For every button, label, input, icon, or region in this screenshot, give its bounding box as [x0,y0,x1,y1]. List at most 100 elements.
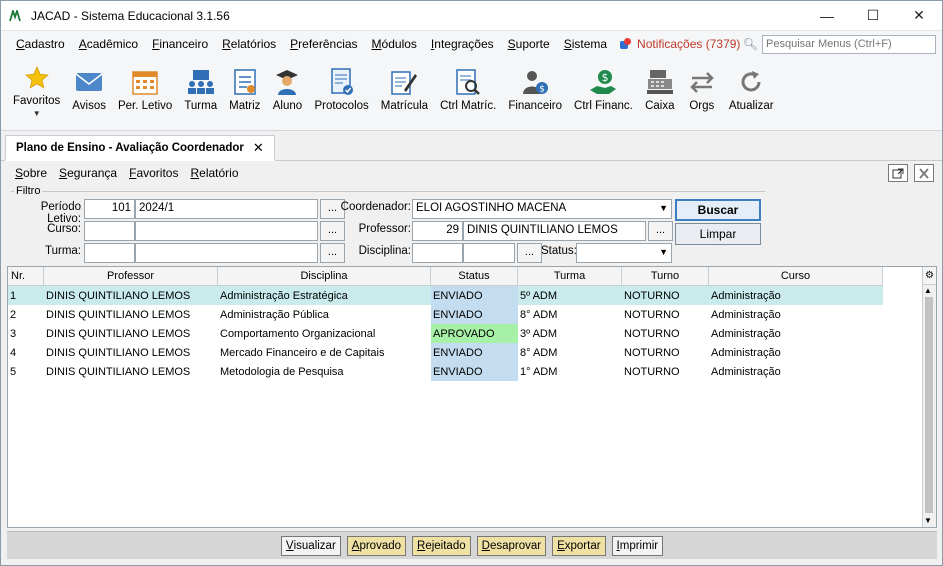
student-icon [272,67,302,97]
cell-nr: 1 [8,286,44,305]
menu-sistema[interactable]: Sistema [557,37,614,51]
toolbar-protocolos[interactable]: Protocolos [314,63,369,112]
curso-name-field[interactable] [135,221,318,241]
menu-integracoes[interactable]: Integrações [424,37,501,51]
menu-financeiro[interactable]: Financeiro [145,37,215,51]
turma-name-field[interactable] [135,243,318,263]
close-tab-icon[interactable]: ✕ [253,140,264,156]
cell-nr: 4 [10,346,17,359]
professor-code-field[interactable]: 29 [412,221,463,241]
aprovado-button[interactable]: Aprovado [346,535,407,556]
filter-divider [11,191,765,192]
column-header-nr[interactable]: Nr. [8,267,44,286]
close-window-button[interactable]: ✕ [896,1,942,31]
limpar-button[interactable]: Limpar [675,223,761,245]
menu-relatorios[interactable]: Relatórios [215,37,283,51]
buscar-button[interactable]: Buscar [675,199,761,221]
toolbar-ctrl-financ[interactable]: $ Ctrl Financ. [574,63,633,112]
toolbar-matriz[interactable]: Matriz [229,63,260,112]
screen-menu-bar: Sobre Segurança Favoritos Relatório [1,161,942,185]
menu-modulos[interactable]: Módulos [365,37,424,51]
enrollment-icon [389,67,419,97]
toolbar-aluno[interactable]: Aluno [272,63,302,112]
finance-control-icon: $ [588,67,618,97]
minimize-button[interactable]: — [804,1,850,31]
main-toolbar: Favoritos ▼ Avisos Per. Letivo Turma Mat… [1,57,942,131]
disciplina-name-field[interactable] [463,243,515,263]
cell-curso: Administração [711,346,781,359]
cell-status: ENVIADO [431,343,518,362]
detach-window-icon[interactable] [888,164,908,182]
professor-name-field[interactable]: DINIS QUINTILIANO LEMOS [463,221,646,241]
menu-academico[interactable]: Acadêmico [72,37,145,51]
imprimir-button[interactable]: Imprimir [611,535,664,556]
maximize-button[interactable]: ☐ [850,1,896,31]
notifications-link[interactable]: Notificações (7379) [620,37,740,51]
cash-register-icon [645,67,675,97]
disciplina-lookup-button[interactable]: ... [517,243,542,263]
protocol-icon [327,67,357,97]
periodo-code-field[interactable]: 101 [84,199,135,219]
table-row[interactable]: 3 DINIS QUINTILIANO LEMOS Comportamento … [8,324,883,343]
table-row[interactable]: 4 DINIS QUINTILIANO LEMOS Mercado Financ… [8,343,883,362]
desaprovar-button[interactable]: Desaprovar [476,535,547,556]
toolbar-avisos[interactable]: Avisos [72,63,106,112]
table-row[interactable]: 5 DINIS QUINTILIANO LEMOS Metodologia de… [8,362,883,381]
cell-disciplina: Metodologia de Pesquisa [220,365,344,378]
disciplina-code-field[interactable] [412,243,463,263]
menu-seguranca[interactable]: Segurança [53,166,123,180]
close-screen-icon[interactable] [914,164,934,182]
exportar-button[interactable]: Exportar [552,535,606,556]
column-header-turno[interactable]: Turno [622,267,709,286]
menu-search-input[interactable] [762,34,936,54]
toolbar-ctrl-matric[interactable]: Ctrl Matríc. [440,63,496,112]
toolbar-turma[interactable]: Turma [184,63,217,112]
table-row[interactable]: 1 DINIS QUINTILIANO LEMOS Administração … [8,286,883,305]
column-header-disciplina[interactable]: Disciplina [218,267,431,286]
cell-professor: DINIS QUINTILIANO LEMOS [46,327,191,340]
column-header-professor[interactable]: Professor [44,267,218,286]
menu-relatorio[interactable]: Relatório [184,166,244,180]
cell-turno: NOTURNO [624,365,680,378]
column-header-status[interactable]: Status [431,267,518,286]
menu-suporte[interactable]: Suporte [501,37,557,51]
title-bar: JACAD - Sistema Educacional 3.1.56 — ☐ ✕ [1,1,942,31]
menu-cadastro[interactable]: Cadastro [9,37,72,51]
toolbar-financeiro[interactable]: $ Financeiro [508,63,562,112]
filter-panel: Filtro Período Letivo: 101 2024/1 ... Co… [1,185,942,267]
toolbar-favoritos[interactable]: Favoritos ▼ [13,63,60,118]
curso-code-field[interactable] [84,221,135,241]
gear-icon[interactable]: ⚙ [923,267,936,285]
scroll-thumb[interactable] [925,297,933,513]
periodo-name-field[interactable]: 2024/1 [135,199,318,219]
chevron-down-icon: ▼ [32,109,41,118]
tab-plano-de-ensino[interactable]: Plano de Ensino - Avaliação Coordenador … [5,135,275,161]
column-header-turma[interactable]: Turma [518,267,622,286]
toolbar-per-letivo[interactable]: Per. Letivo [118,63,172,112]
column-header-curso[interactable]: Curso [709,267,883,286]
cell-professor: DINIS QUINTILIANO LEMOS [46,346,191,359]
toolbar-orgs[interactable]: Orgs [687,63,717,112]
class-icon [186,67,216,97]
menu-sobre[interactable]: Sobre [9,166,53,180]
cell-disciplina: Administração Pública [220,308,329,321]
scroll-up-icon[interactable]: ▲ [924,286,932,295]
turma-code-field[interactable] [84,243,135,263]
toolbar-caixa[interactable]: Caixa [645,63,675,112]
cell-status: ENVIADO [431,362,518,381]
toolbar-atualizar[interactable]: Atualizar [729,63,774,112]
cell-turma: 8° ADM [520,308,558,321]
table-row[interactable]: 2 DINIS QUINTILIANO LEMOS Administração … [8,305,883,324]
status-select[interactable]: ▼ [576,243,672,263]
cell-status: ENVIADO [431,305,518,324]
rejeitado-button[interactable]: Rejeitado [412,535,471,556]
visualizar-button[interactable]: Visualizar [280,535,341,556]
action-bar: Visualizar Aprovado Rejeitado Desaprovar… [7,531,937,559]
scroll-down-icon[interactable]: ▼ [924,516,932,525]
professor-lookup-button[interactable]: ... [648,221,673,241]
grid-vertical-scrollbar[interactable]: ⚙ ▲ ▼ [922,267,936,527]
menu-favoritos[interactable]: Favoritos [123,166,184,180]
menu-preferencias[interactable]: Preferências [283,37,364,51]
toolbar-matricula[interactable]: Matrícula [381,63,428,112]
coordenador-select[interactable]: ELOI AGOSTINHO MACENA ▼ [412,199,672,219]
